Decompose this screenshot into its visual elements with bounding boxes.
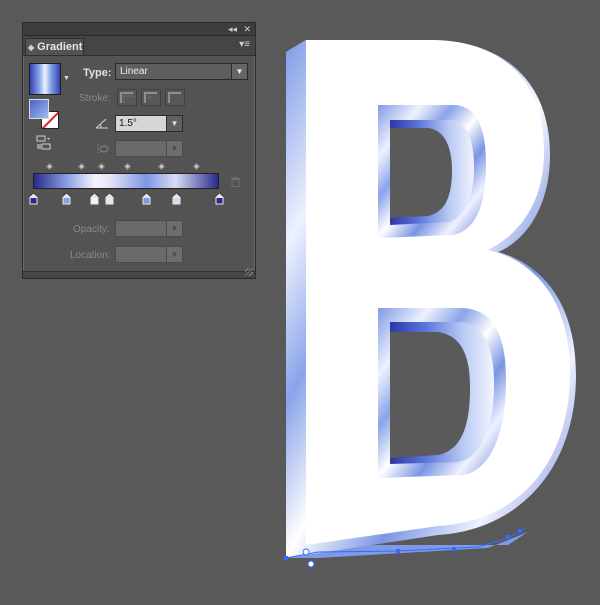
color-stop[interactable]: [141, 192, 152, 206]
angle-icon: [95, 118, 108, 129]
stroke-across-button[interactable]: [165, 89, 185, 106]
gradient-midpoint[interactable]: [98, 162, 106, 171]
artboard-letter-b[interactable]: [278, 30, 578, 575]
color-stop[interactable]: [214, 192, 224, 206]
swatch-dropdown-icon[interactable]: ▼: [63, 75, 70, 82]
type-select[interactable]: Linear ▼: [115, 63, 248, 80]
gradient-midpoint[interactable]: [157, 162, 165, 171]
opacity-select: ▼: [115, 220, 183, 237]
chevron-down-icon: ▼: [166, 221, 182, 236]
chevron-down-icon: ▼: [166, 247, 182, 262]
panel-tab-row: ◆ Gradient ▾≡: [23, 36, 255, 56]
resize-grip-icon[interactable]: [245, 268, 253, 276]
anchor-point[interactable]: [518, 529, 522, 533]
reverse-gradient-icon[interactable]: [36, 135, 52, 151]
tab-gradient-label: Gradient: [37, 41, 83, 53]
stroke-along-button[interactable]: [141, 89, 161, 106]
location-label: Location:: [70, 250, 111, 261]
chevron-down-icon[interactable]: ▼: [231, 64, 247, 79]
angle-value: 1.5°: [119, 118, 137, 129]
close-icon[interactable]: ✕: [243, 23, 251, 35]
color-stop[interactable]: [104, 192, 115, 206]
panel-menu-icon[interactable]: ▾≡: [239, 39, 250, 50]
gradient-panel: ◂◂ ✕ ◆ Gradient ▾≡ ▼ Type: Linear ▼ Strok…: [22, 22, 256, 279]
tab-gradient[interactable]: ◆ Gradient: [25, 38, 84, 55]
fill-stroke-swatches: [29, 99, 61, 129]
stroke-label: Stroke:: [79, 93, 111, 104]
panel-titlebar[interactable]: ◂◂ ✕: [23, 23, 255, 36]
stroke-across-icon: [168, 92, 181, 103]
anchor-point[interactable]: [396, 549, 400, 553]
gradient-midpoint[interactable]: [193, 162, 201, 171]
aspect-ratio-icon: [97, 144, 109, 154]
gradient-midpoint[interactable]: [77, 162, 85, 171]
upper-counter-hole: [390, 128, 452, 218]
stroke-within-icon: [120, 92, 133, 103]
type-label: Type:: [83, 67, 112, 79]
gradient-midpoint[interactable]: [46, 162, 54, 171]
angle-dropdown-icon[interactable]: ▼: [167, 115, 183, 132]
lower-counter-hole: [390, 332, 470, 458]
panel-bottom-bar: [23, 271, 255, 278]
anchor-point[interactable]: [506, 535, 510, 539]
chevron-updown-icon: ◆: [28, 43, 35, 52]
color-stop[interactable]: [89, 192, 100, 206]
color-stop[interactable]: [28, 192, 38, 206]
fill-swatch[interactable]: [29, 99, 49, 119]
color-stop[interactable]: [61, 192, 72, 206]
angle-input[interactable]: 1.5°: [115, 115, 167, 132]
anchor-point[interactable]: [452, 547, 456, 551]
stroke-along-icon: [144, 92, 157, 103]
chevron-down-icon: ▼: [166, 141, 182, 156]
trash-icon: [231, 177, 240, 187]
gradient-end-handle[interactable]: [307, 560, 315, 568]
gradient-midpoint[interactable]: [124, 162, 132, 171]
collapse-icon[interactable]: ◂◂: [228, 23, 237, 35]
location-select: ▼: [115, 246, 183, 263]
stroke-within-button[interactable]: [117, 89, 137, 106]
opacity-label: Opacity:: [73, 224, 110, 235]
anchor-point[interactable]: [284, 556, 288, 560]
type-select-value: Linear: [120, 66, 148, 77]
gradient-swatch[interactable]: [29, 63, 61, 95]
color-stop[interactable]: [171, 192, 182, 206]
aspect-ratio-select: ▼: [115, 140, 183, 157]
gradient-slider[interactable]: [33, 173, 219, 189]
gradient-origin-handle[interactable]: [302, 548, 310, 556]
